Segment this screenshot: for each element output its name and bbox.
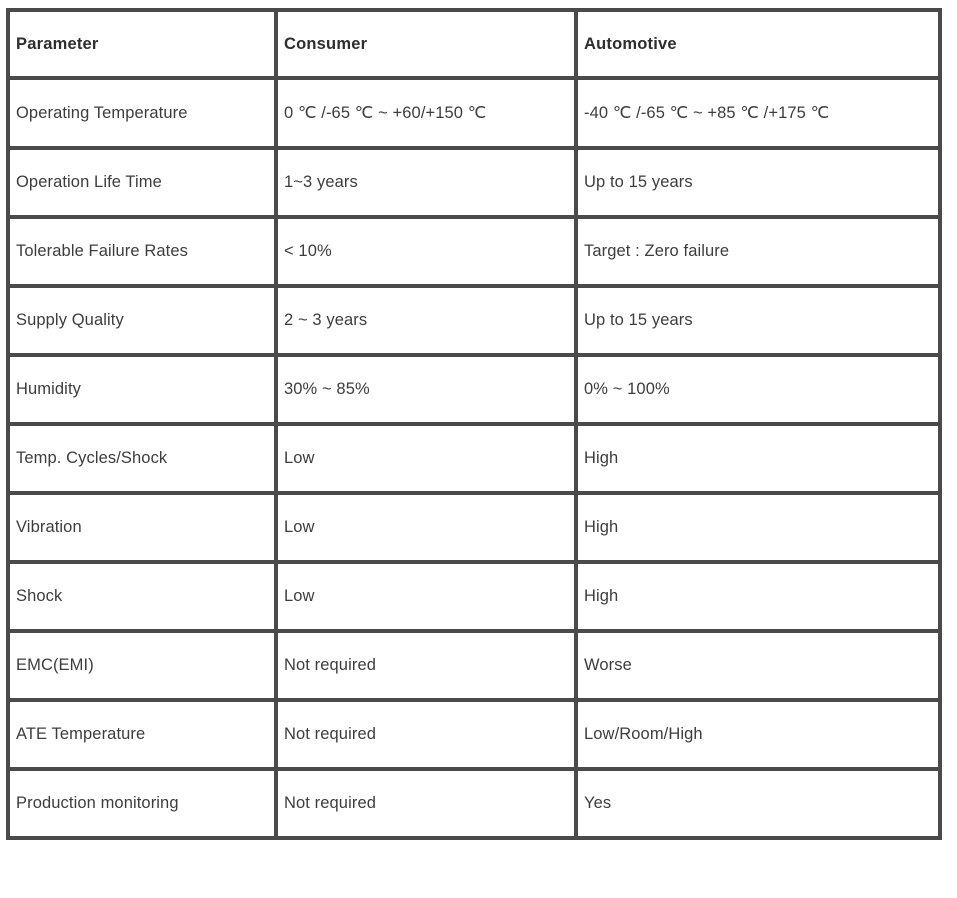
cell-automotive: Target : Zero failure (576, 217, 940, 286)
cell-parameter: ATE Temperature (8, 700, 276, 769)
cell-parameter: Vibration (8, 493, 276, 562)
cell-parameter: Supply Quality (8, 286, 276, 355)
cell-consumer: Not required (276, 769, 576, 838)
cell-automotive: High (576, 562, 940, 631)
cell-parameter: Shock (8, 562, 276, 631)
cell-consumer: < 10% (276, 217, 576, 286)
cell-parameter: Operation Life Time (8, 148, 276, 217)
cell-automotive: -40 ℃ /-65 ℃ ~ +85 ℃ /+175 ℃ (576, 78, 940, 148)
cell-automotive: Up to 15 years (576, 286, 940, 355)
table-row: Production monitoring Not required Yes (8, 769, 940, 838)
cell-automotive: Low/Room/High (576, 700, 940, 769)
cell-consumer: 1~3 years (276, 148, 576, 217)
cell-consumer: Low (276, 562, 576, 631)
table-row: Vibration Low High (8, 493, 940, 562)
table-row: EMC(EMI) Not required Worse (8, 631, 940, 700)
cell-automotive: Yes (576, 769, 940, 838)
cell-consumer: 2 ~ 3 years (276, 286, 576, 355)
table-row: Tolerable Failure Rates < 10% Target : Z… (8, 217, 940, 286)
cell-consumer: Not required (276, 700, 576, 769)
cell-parameter: Humidity (8, 355, 276, 424)
cell-consumer: 30% ~ 85% (276, 355, 576, 424)
spec-table-container: Parameter Consumer Automotive Operating … (6, 8, 942, 840)
table-row: Shock Low High (8, 562, 940, 631)
table-row: Supply Quality 2 ~ 3 years Up to 15 year… (8, 286, 940, 355)
cell-parameter: EMC(EMI) (8, 631, 276, 700)
column-header-consumer: Consumer (276, 10, 576, 78)
cell-parameter: Operating Temperature (8, 78, 276, 148)
cell-consumer: Low (276, 493, 576, 562)
table-header: Parameter Consumer Automotive (8, 10, 940, 78)
table-row: ATE Temperature Not required Low/Room/Hi… (8, 700, 940, 769)
cell-parameter: Temp. Cycles/Shock (8, 424, 276, 493)
consumer-automotive-comparison-table: Parameter Consumer Automotive Operating … (6, 8, 942, 840)
cell-automotive: High (576, 424, 940, 493)
cell-automotive: Worse (576, 631, 940, 700)
cell-automotive: High (576, 493, 940, 562)
cell-parameter: Tolerable Failure Rates (8, 217, 276, 286)
table-row: Humidity 30% ~ 85% 0% ~ 100% (8, 355, 940, 424)
table-body: Operating Temperature 0 ℃ /-65 ℃ ~ +60/+… (8, 78, 940, 838)
cell-automotive: Up to 15 years (576, 148, 940, 217)
table-row: Temp. Cycles/Shock Low High (8, 424, 940, 493)
cell-parameter: Production monitoring (8, 769, 276, 838)
cell-automotive: 0% ~ 100% (576, 355, 940, 424)
table-row: Operation Life Time 1~3 years Up to 15 y… (8, 148, 940, 217)
column-header-parameter: Parameter (8, 10, 276, 78)
cell-consumer: Low (276, 424, 576, 493)
cell-consumer: 0 ℃ /-65 ℃ ~ +60/+150 ℃ (276, 78, 576, 148)
table-row: Operating Temperature 0 ℃ /-65 ℃ ~ +60/+… (8, 78, 940, 148)
table-header-row: Parameter Consumer Automotive (8, 10, 940, 78)
cell-consumer: Not required (276, 631, 576, 700)
column-header-automotive: Automotive (576, 10, 940, 78)
